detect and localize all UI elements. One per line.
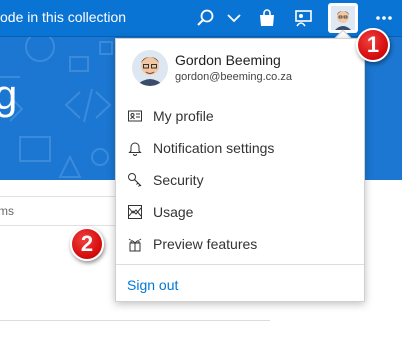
menu-item-security[interactable]: Security (116, 164, 364, 196)
menu-item-label: Security (153, 172, 204, 188)
callout-badge-2: 2 (70, 227, 104, 261)
menu-item-label: Usage (153, 204, 194, 220)
marketplace-bag-icon[interactable] (255, 6, 279, 30)
search-icon[interactable] (194, 6, 218, 30)
avatar[interactable] (328, 3, 358, 33)
chevron-down-icon[interactable] (222, 6, 246, 30)
hero-title: g (0, 71, 18, 118)
user-email: gordon@beeming.co.za (175, 71, 292, 83)
menu-item-preview-features[interactable]: Preview features (116, 228, 364, 260)
more-icon[interactable] (372, 6, 396, 30)
menu-divider (116, 264, 364, 265)
usage-chart-icon (127, 204, 143, 220)
search-placeholder[interactable]: ode in this collection (0, 9, 126, 25)
menu-item-notification-settings[interactable]: Notification settings (116, 132, 364, 164)
items-column-header[interactable]: ms (0, 196, 130, 226)
callout-badge-1: 1 (356, 28, 390, 62)
menu-item-my-profile[interactable]: My profile (116, 100, 364, 132)
user-name: Gordon Beeming (175, 52, 281, 68)
items-header-label: ms (0, 204, 14, 218)
sign-out-link[interactable]: Sign out (127, 277, 178, 293)
menu-item-label: My profile (153, 108, 214, 124)
user-avatar (132, 50, 168, 86)
key-icon (127, 172, 143, 188)
feedback-icon[interactable] (292, 6, 316, 30)
content-divider (0, 320, 270, 321)
profile-card-icon (127, 108, 143, 124)
profile-menu: Gordon Beeming gordon@beeming.co.za My p… (115, 38, 365, 302)
bell-icon (127, 140, 143, 156)
menu-item-label: Preview features (153, 236, 258, 252)
preview-icon (127, 236, 143, 252)
menu-item-label: Notification settings (153, 140, 275, 156)
menu-item-usage[interactable]: Usage (116, 196, 364, 228)
